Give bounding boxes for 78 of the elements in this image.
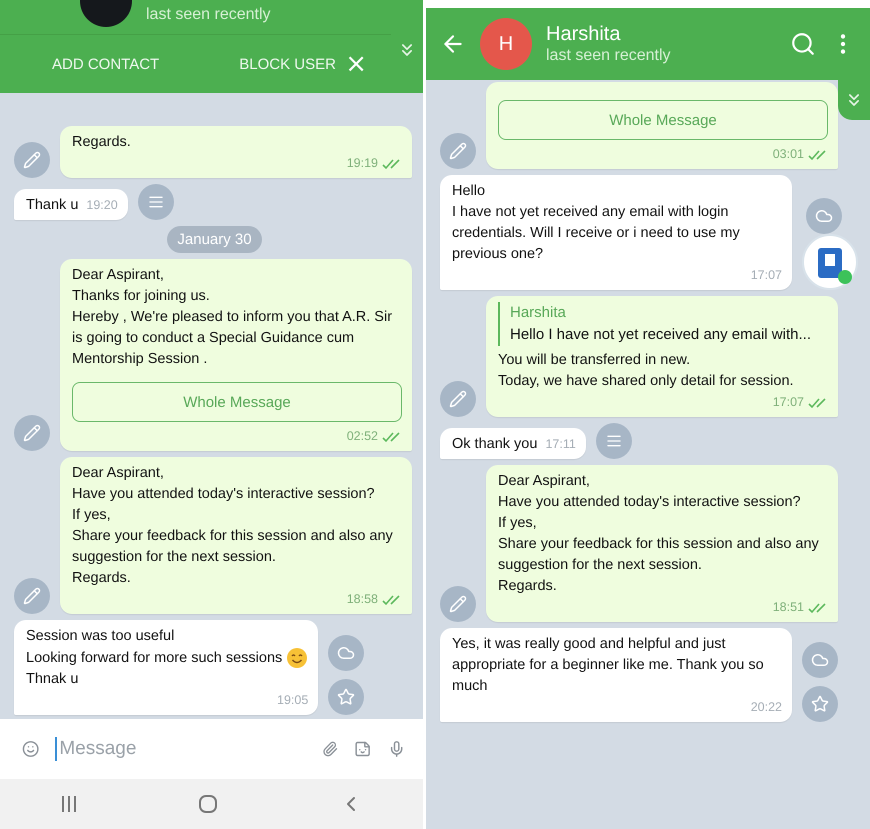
pencil-icon <box>23 424 41 442</box>
edit-button[interactable] <box>440 133 476 169</box>
pencil-icon <box>449 390 467 408</box>
home-icon[interactable] <box>198 794 218 814</box>
edit-button[interactable] <box>440 586 476 622</box>
message-text: Have you attended today's interactive session? <box>72 485 375 504</box>
cloud-icon <box>811 651 829 669</box>
menu-icon <box>606 433 622 449</box>
menu-button[interactable] <box>596 423 632 459</box>
message-text: Today, we have shared only detail for session. <box>498 372 794 391</box>
add-contact-button[interactable]: ADD CONTACT <box>52 50 160 78</box>
message-text: I have not yet received any email with login credentials. Will I receive or i need to use my previous one? <box>452 203 741 264</box>
date-chip: January 30 <box>167 226 262 253</box>
contact-avatar: H <box>480 18 532 70</box>
message-time: 19:05 <box>277 692 308 709</box>
message-text: Have you attended today's interactive session? <box>498 493 801 512</box>
cloud-button[interactable] <box>328 635 364 671</box>
message-text: Looking forward for more such sessions <box>26 648 282 668</box>
message-time: 18:58 <box>346 591 378 608</box>
pencil-icon <box>23 151 41 169</box>
message-text: Dear Aspirant, <box>72 266 164 285</box>
message-text: If yes, <box>498 514 537 533</box>
edit-button[interactable] <box>440 381 476 417</box>
message-time: 02:52 <box>346 428 378 445</box>
pencil-icon <box>23 587 41 605</box>
star-icon <box>811 695 829 713</box>
message-text: Yes, it was really good and helpful and just appropriate for a beginner like me. Thank you so much <box>452 635 765 696</box>
menu-icon <box>148 194 164 210</box>
cloud-icon <box>815 207 833 225</box>
message-time: 17:07 <box>772 394 804 411</box>
search-icon[interactable] <box>790 31 816 57</box>
whole-message-button[interactable]: Whole Message <box>498 100 828 140</box>
pencil-icon <box>449 142 467 160</box>
star-icon <box>337 688 356 706</box>
menu-button[interactable] <box>138 184 174 220</box>
message-time: 03:01 <box>772 146 804 163</box>
quote-author: Harshita <box>510 303 567 323</box>
message-time: 17:07 <box>750 267 782 284</box>
message-time: 17:11 <box>545 436 576 453</box>
quote-text: Hello I have not yet received any email with... <box>510 325 812 345</box>
message-text: Regards. <box>72 569 131 588</box>
message-text: Thnak u <box>26 670 78 689</box>
message-text: If yes, <box>72 506 111 525</box>
cloud-button[interactable] <box>802 642 838 678</box>
message-text: Share your feedback for this session and also any suggestion for the next session. <box>498 535 820 575</box>
message-text: Hello <box>452 182 486 201</box>
message-text: Regards. <box>72 133 131 152</box>
message-text: Dear Aspirant, <box>498 472 590 491</box>
message-text: Hereby , We're pleased to inform you that A.R. Sir is going to conduct a Special Guidance cum Mentorship Session . <box>72 308 394 369</box>
message-time: 19:20 <box>86 197 118 214</box>
edit-button[interactable] <box>14 578 50 614</box>
message-time: 18:51 <box>772 599 804 616</box>
scroll-down-button[interactable] <box>838 80 870 120</box>
cloud-icon <box>337 644 356 662</box>
message-time: 19:19 <box>346 155 378 172</box>
star-button[interactable] <box>802 686 838 722</box>
pencil-icon <box>449 595 467 613</box>
message-text: Dear Aspirant, <box>72 464 164 483</box>
last-seen-status: last seen recently <box>146 5 272 25</box>
edit-button[interactable] <box>14 415 50 451</box>
message-text: Share your feedback for this session and also any suggestion for the next session. <box>72 527 394 567</box>
whole-message-button[interactable]: Whole Message <box>72 382 402 422</box>
close-button[interactable]: × <box>341 49 371 79</box>
message-text: Thanks for joining us. <box>72 287 210 306</box>
message-text: Thank u <box>26 196 78 215</box>
message-text: Ok thank you <box>452 435 538 454</box>
cloud-button[interactable] <box>806 198 842 234</box>
block-user-button[interactable]: BLOCK USER <box>239 50 336 78</box>
star-button[interactable] <box>328 679 364 715</box>
message-text: Session was too useful <box>26 627 174 646</box>
message-text: You will be transferred in new. <box>498 351 690 370</box>
smiling-face-icon <box>286 647 308 669</box>
edit-button[interactable] <box>14 142 50 178</box>
last-seen-status: last seen recently <box>546 46 672 66</box>
contact-name: Harshita <box>546 22 622 46</box>
message-time: 20:22 <box>750 699 782 716</box>
message-text: Regards. <box>498 577 557 596</box>
recent-apps-icon[interactable] <box>60 794 78 814</box>
